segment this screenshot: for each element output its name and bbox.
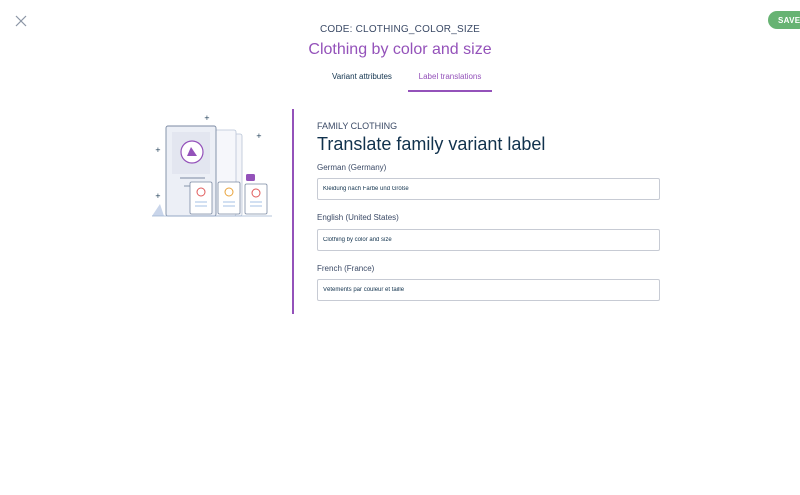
svg-text:+: +: [155, 192, 161, 200]
german-translation-input[interactable]: [317, 178, 660, 200]
svg-text:+: +: [155, 146, 161, 154]
english-translation-input[interactable]: [317, 229, 660, 251]
section-title: Translate family variant label: [317, 134, 546, 154]
tab-variant-attributes[interactable]: Variant attributes: [319, 72, 405, 92]
tab-label-translations[interactable]: Label translations: [408, 72, 492, 92]
family-label: FAMILY CLOTHING: [317, 121, 398, 131]
page-title: Clothing by color and size: [308, 41, 492, 58]
section-divider: [292, 109, 294, 314]
svg-text:+: +: [256, 132, 262, 140]
english-label: English (United States): [317, 213, 399, 222]
french-translation-input[interactable]: [317, 279, 660, 301]
svg-text:+: +: [204, 114, 210, 122]
tab-bar: Variant attributes Label translations: [0, 72, 800, 92]
entity-code: CODE: CLOTHING_COLOR_SIZE: [319, 24, 481, 35]
product-cards-illustration: + + + +: [150, 112, 280, 222]
french-label: French (France): [317, 264, 375, 273]
german-label: German (Germany): [317, 163, 387, 172]
